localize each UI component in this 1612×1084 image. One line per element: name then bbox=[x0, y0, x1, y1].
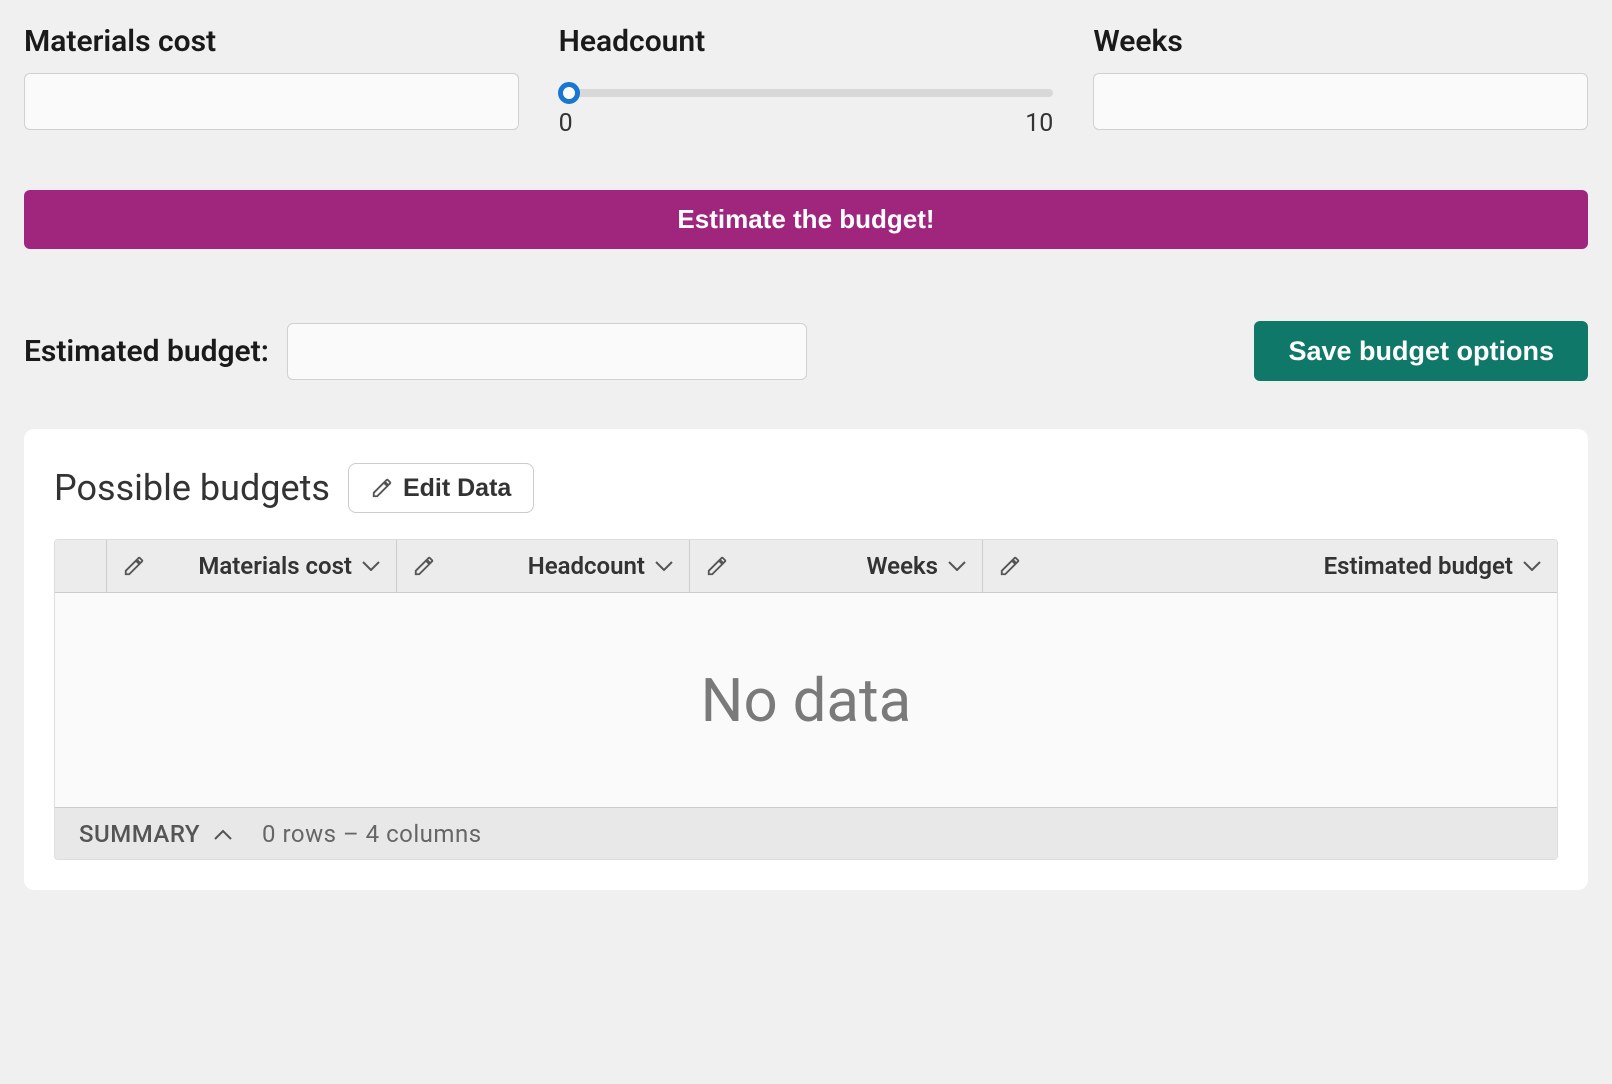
weeks-group: Weeks bbox=[1093, 24, 1588, 138]
table-body: No data bbox=[55, 593, 1557, 807]
weeks-label: Weeks bbox=[1093, 24, 1588, 59]
column-label: Weeks bbox=[738, 552, 938, 580]
possible-budgets-card: Possible budgets Edit Data Materials cos… bbox=[24, 429, 1588, 890]
pencil-icon bbox=[371, 477, 393, 499]
chevron-down-icon bbox=[948, 561, 966, 571]
chevron-down-icon bbox=[1523, 561, 1541, 571]
table-header: Materials cost Headcount Weeks Estimated… bbox=[55, 540, 1557, 593]
slider-track bbox=[559, 89, 1054, 97]
edit-data-label: Edit Data bbox=[403, 474, 511, 503]
no-data-text: No data bbox=[701, 665, 912, 736]
weeks-input[interactable] bbox=[1093, 73, 1588, 130]
column-header-headcount[interactable]: Headcount bbox=[397, 540, 690, 592]
estimated-budget-input[interactable] bbox=[287, 323, 807, 380]
column-header-estimated-budget[interactable]: Estimated budget bbox=[983, 540, 1557, 592]
headcount-label: Headcount bbox=[559, 24, 1054, 59]
summary-count: 0 rows – 4 columns bbox=[262, 820, 482, 848]
materials-cost-label: Materials cost bbox=[24, 24, 519, 59]
column-label: Estimated budget bbox=[1031, 552, 1513, 580]
headcount-group: Headcount 0 10 bbox=[559, 24, 1054, 138]
column-header-weeks[interactable]: Weeks bbox=[690, 540, 983, 592]
column-header-materials-cost[interactable]: Materials cost bbox=[107, 540, 397, 592]
chevron-up-icon bbox=[214, 828, 232, 840]
materials-cost-input[interactable] bbox=[24, 73, 519, 130]
slider-min-label: 0 bbox=[559, 109, 573, 138]
card-title: Possible budgets bbox=[54, 467, 330, 509]
row-handle-header bbox=[55, 540, 107, 592]
column-label: Headcount bbox=[445, 552, 645, 580]
table-summary[interactable]: SUMMARY 0 rows – 4 columns bbox=[55, 807, 1557, 859]
estimate-button[interactable]: Estimate the budget! bbox=[24, 190, 1588, 249]
edit-data-button[interactable]: Edit Data bbox=[348, 463, 534, 513]
pencil-icon bbox=[123, 555, 145, 577]
slider-labels: 0 10 bbox=[559, 109, 1054, 138]
card-header: Possible budgets Edit Data bbox=[54, 463, 1558, 513]
budgets-table: Materials cost Headcount Weeks Estimated… bbox=[54, 539, 1558, 860]
materials-cost-group: Materials cost bbox=[24, 24, 519, 138]
chevron-down-icon bbox=[655, 561, 673, 571]
summary-label: SUMMARY bbox=[79, 820, 200, 848]
slider-max-label: 10 bbox=[1025, 109, 1053, 138]
input-row: Materials cost Headcount 0 10 Weeks bbox=[24, 24, 1588, 138]
estimated-budget-label: Estimated budget: bbox=[24, 334, 269, 369]
save-button[interactable]: Save budget options bbox=[1254, 321, 1588, 381]
result-row: Estimated budget: Save budget options bbox=[24, 321, 1588, 381]
pencil-icon bbox=[413, 555, 435, 577]
chevron-down-icon bbox=[362, 561, 380, 571]
column-label: Materials cost bbox=[155, 552, 352, 580]
pencil-icon bbox=[706, 555, 728, 577]
slider-thumb[interactable] bbox=[558, 82, 580, 104]
pencil-icon bbox=[999, 555, 1021, 577]
headcount-slider[interactable]: 0 10 bbox=[559, 73, 1054, 138]
